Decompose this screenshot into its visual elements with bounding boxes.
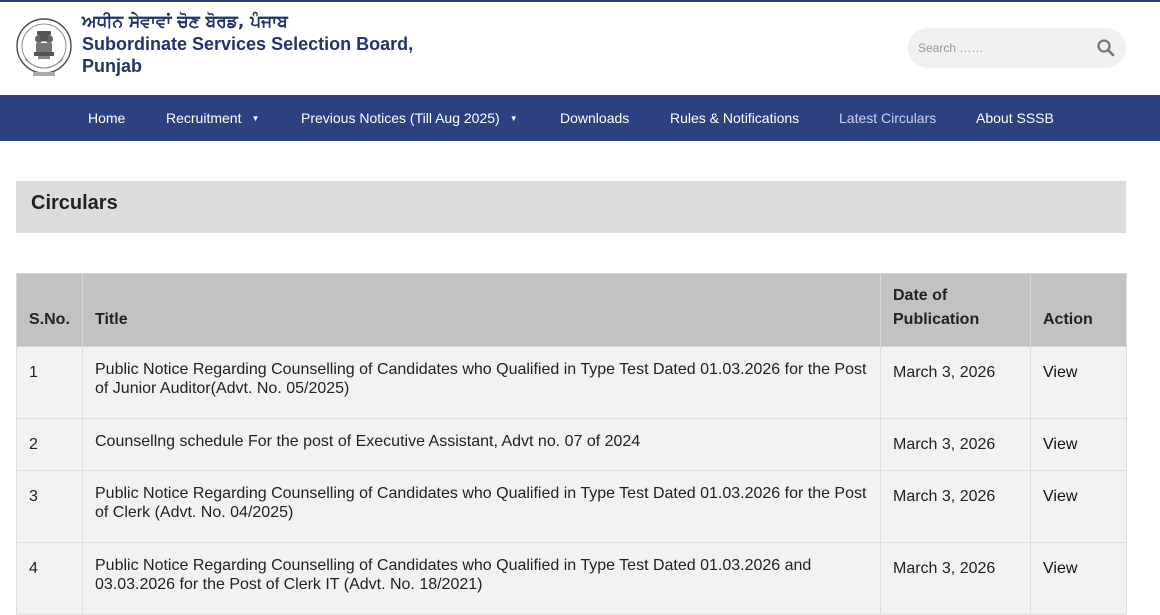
nav-previous-notices-label: Previous Notices (Till Aug 2025) <box>301 110 500 126</box>
nav-downloads-label: Downloads <box>560 110 630 126</box>
site-title-english: Subordinate Services Selection Board, Pu… <box>82 34 414 76</box>
nav-recruitment-label: Recruitment <box>166 110 242 126</box>
nav-previous-notices[interactable]: Previous Notices (Till Aug 2025) ▼ <box>301 95 518 141</box>
row-date: March 3, 2026 <box>880 418 1031 471</box>
nav-home-label: Home <box>88 110 126 126</box>
table-row: 2 Counsellng schedule For the post of Ex… <box>16 418 1127 471</box>
row-title: Public Notice Regarding Counselling of C… <box>82 542 881 615</box>
circulars-table: S.No. Title Date of Publication Action 1… <box>16 273 1127 615</box>
chevron-down-icon: ▼ <box>509 114 518 123</box>
row-title: Public Notice Regarding Counselling of C… <box>82 346 881 419</box>
row-date: March 3, 2026 <box>880 470 1031 543</box>
row-sno: 4 <box>16 542 83 615</box>
table-row: 1 Public Notice Regarding Counselling of… <box>16 346 1127 419</box>
site-brand[interactable]: ਅਧੀਨ ਸੇਵਾਵਾਂ ਚੋਣ ਬੋਰਡ, ਪੰਜਾਬ Subordinate… <box>82 12 432 77</box>
nav-about-sssb[interactable]: About SSSB <box>976 95 1054 141</box>
view-link[interactable]: View <box>1043 560 1077 577</box>
nav-latest-circulars[interactable]: Latest Circulars <box>839 95 936 141</box>
nav-rules-notifications-label: Rules & Notifications <box>670 110 800 126</box>
column-header-action: Action <box>1030 273 1127 347</box>
row-sno: 3 <box>16 470 83 543</box>
row-date: March 3, 2026 <box>880 346 1031 419</box>
page-title-text: Circulars <box>31 192 118 214</box>
nav-rules-notifications[interactable]: Rules & Notifications <box>670 95 799 141</box>
row-title: Counsellng schedule For the post of Exec… <box>82 418 881 471</box>
row-sno: 2 <box>16 418 83 471</box>
nav-about-sssb-label: About SSSB <box>976 110 1054 126</box>
nav-latest-circulars-label: Latest Circulars <box>839 110 937 126</box>
view-link[interactable]: View <box>1043 364 1077 381</box>
table-row: 4 Public Notice Regarding Counselling of… <box>16 542 1127 615</box>
view-link[interactable]: View <box>1043 436 1077 453</box>
search-box <box>908 28 1126 68</box>
table-row: 3 Public Notice Regarding Counselling of… <box>16 470 1127 543</box>
row-action: View <box>1030 542 1127 615</box>
search-input[interactable] <box>908 28 1088 68</box>
nav-home[interactable]: Home <box>88 95 125 141</box>
site-title-punjabi: ਅਧੀਨ ਸੇਵਾਵਾਂ ਚੋਣ ਬੋਰਡ, ਪੰਜਾਬ <box>82 12 288 32</box>
row-title: Public Notice Regarding Counselling of C… <box>82 470 881 543</box>
column-header-date: Date of Publication <box>880 273 1031 347</box>
nav-downloads[interactable]: Downloads <box>560 95 629 141</box>
row-action: View <box>1030 470 1127 543</box>
search-icon[interactable] <box>1096 38 1116 58</box>
row-date: March 3, 2026 <box>880 542 1031 615</box>
row-action: View <box>1030 346 1127 419</box>
row-action: View <box>1030 418 1127 471</box>
column-header-sno: S.No. <box>16 273 83 347</box>
chevron-down-icon: ▼ <box>251 114 260 123</box>
page-title: Circulars <box>16 181 1126 233</box>
state-emblem-icon[interactable] <box>15 15 73 81</box>
nav-recruitment[interactable]: Recruitment ▼ <box>166 95 259 141</box>
site-header: ਅਧੀਨ ਸੇਵਾਵਾਂ ਚੋਣ ਬੋਰਡ, ਪੰਜਾਬ Subordinate… <box>0 2 1160 95</box>
column-header-title: Title <box>82 273 881 347</box>
row-sno: 1 <box>16 346 83 419</box>
table-header-row: S.No. Title Date of Publication Action <box>16 273 1127 347</box>
view-link[interactable]: View <box>1043 488 1077 505</box>
main-nav: Home Recruitment ▼ Previous Notices (Till… <box>0 95 1160 141</box>
